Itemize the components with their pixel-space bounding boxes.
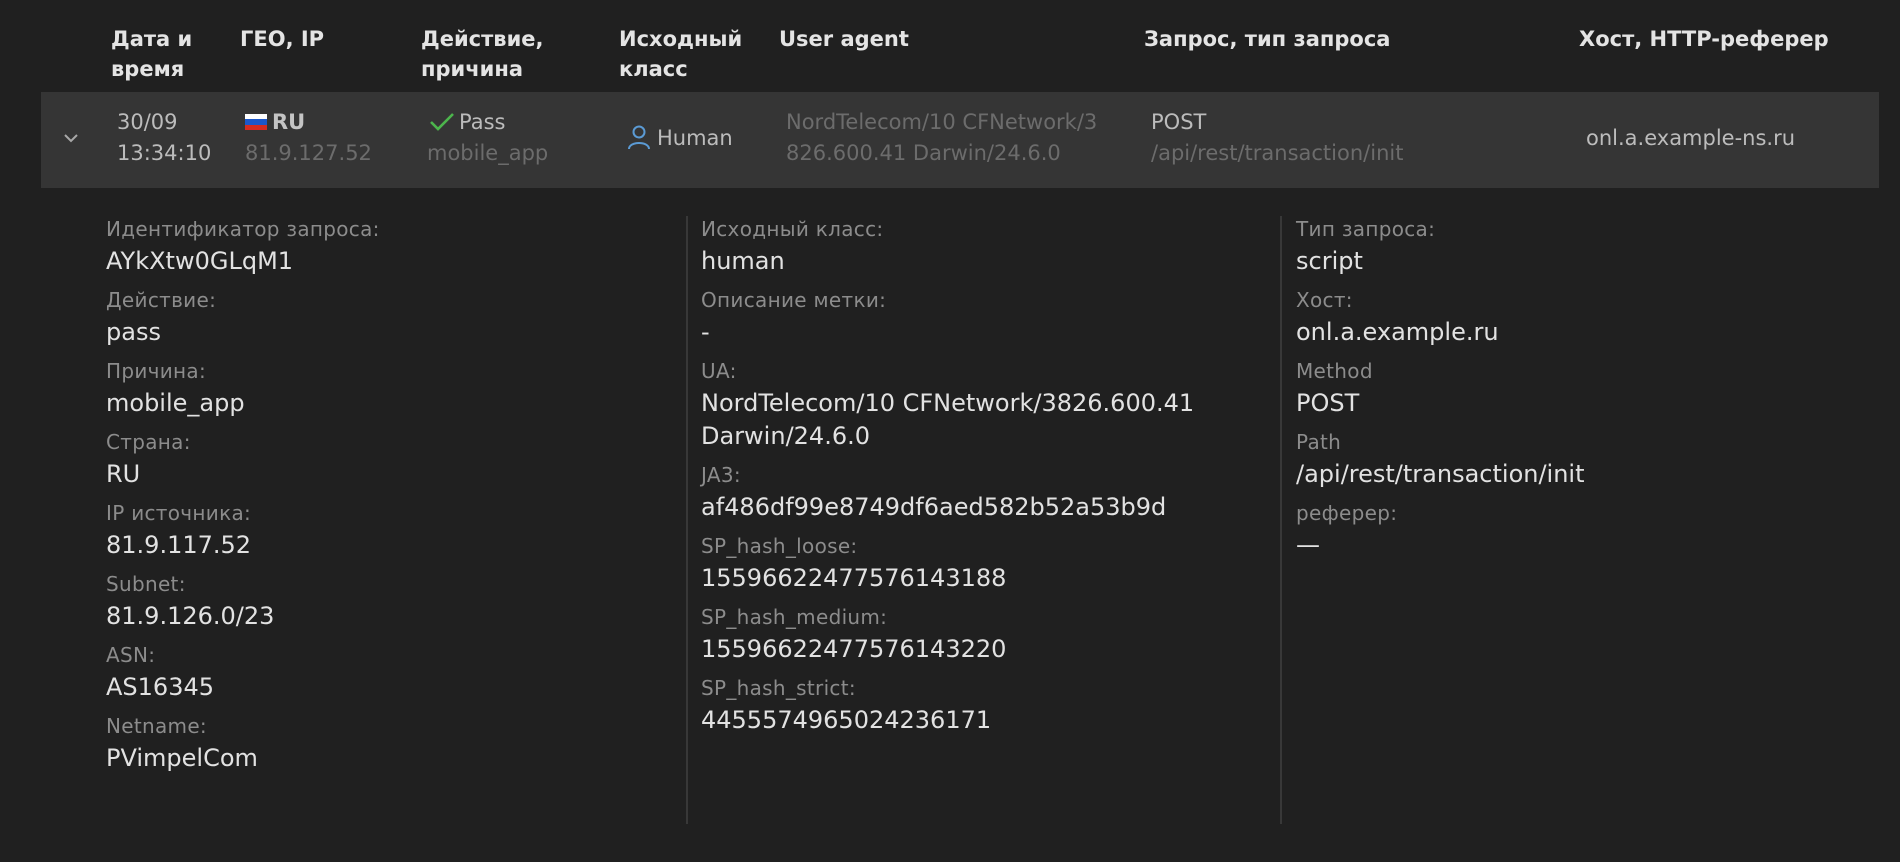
detail-sp-hash-strict: SP_hash_strict: 4455574965024236171 — [701, 676, 992, 734]
column-header-action-reason: Действие, причина — [421, 27, 544, 81]
detail-host: Хост: onl.a.example.ru — [1296, 288, 1499, 346]
detail-request-type: Тип запроса: script — [1296, 217, 1436, 275]
detail-netname: Netname: PVimpelCom — [106, 714, 258, 772]
detail-source-class: Исходный класс: human — [701, 217, 884, 275]
column-header-user-agent: User agent — [779, 27, 909, 51]
column-header-host-referer: Хост, HTTP-реферер — [1579, 27, 1829, 51]
row-class: Human — [627, 123, 733, 154]
row-host: onl.a.example-ns.ru — [1586, 126, 1796, 150]
row-reason: mobile_app — [427, 141, 549, 165]
detail-country: Страна: RU — [106, 430, 191, 488]
detail-reason: Причина: mobile_app — [106, 359, 245, 417]
detail-ja3: JA3: af486df99e8749df6aed582b52a53b9d — [701, 463, 1167, 521]
row-ip: 81.9.127.52 — [245, 141, 372, 165]
column-header-datetime: Дата и время — [111, 27, 193, 81]
column-header-source-class: Исходный класс — [619, 27, 743, 81]
detail-ua: UA: NordTelecom/10 CFNetwork/3826.600.41… — [701, 359, 1195, 450]
details-column-2: Исходный класс: human Описание метки: - … — [701, 214, 1194, 744]
detail-asn: ASN: AS16345 — [106, 643, 214, 701]
row-class-label: Human — [657, 126, 733, 150]
ru-flag-icon — [245, 114, 267, 130]
column-divider — [686, 216, 688, 824]
detail-action: Действие: pass — [106, 288, 217, 346]
row-country: RU — [245, 107, 305, 138]
details-column-3: Тип запроса: script Хост: onl.a.example.… — [1296, 214, 1585, 569]
row-action: Pass — [429, 107, 505, 138]
detail-method: Method POST — [1296, 359, 1373, 417]
detail-source-ip: IP источника: 81.9.117.52 — [106, 501, 252, 559]
row-user-agent: NordTelecom/10 CFNetwork/3 826.600.41 Da… — [786, 110, 1098, 165]
row-time: 13:34:10 — [117, 141, 212, 165]
detail-sp-hash-medium: SP_hash_medium: 15596622477576143220 — [701, 605, 1007, 663]
chevron-down-icon[interactable] — [61, 128, 81, 148]
detail-request-id: Идентификатор запроса: AYkXtw0GLqM1 — [106, 217, 380, 275]
user-icon — [628, 125, 650, 150]
column-header-geo-ip: ГЕО, IP — [240, 27, 325, 51]
details-column-1: Идентификатор запроса: AYkXtw0GLqM1 Дейс… — [106, 214, 380, 782]
check-icon — [430, 113, 454, 131]
column-header-request-type: Запрос, тип запроса — [1144, 27, 1391, 51]
row-path: /api/rest/transaction/init — [1151, 141, 1404, 165]
row-method: POST — [1151, 110, 1207, 134]
column-divider — [1280, 216, 1282, 824]
row-country-code: RU — [272, 110, 306, 134]
detail-subnet: Subnet: 81.9.126.0/23 — [106, 572, 275, 630]
table-header: Дата и время ГЕО, IP Действие, причина И… — [0, 0, 1900, 92]
detail-path: Path /api/rest/transaction/init — [1296, 430, 1585, 488]
row-action-label: Pass — [459, 110, 506, 134]
table-row[interactable]: 30/09 13:34:10 RU 81.9.127.52 Pass mobil… — [41, 92, 1879, 188]
detail-referer: реферер: — — [1296, 501, 1398, 559]
row-date: 30/09 — [117, 110, 178, 134]
detail-label-description: Описание метки: - — [701, 288, 887, 346]
detail-sp-hash-loose: SP_hash_loose: 15596622477576143188 — [701, 534, 1007, 592]
